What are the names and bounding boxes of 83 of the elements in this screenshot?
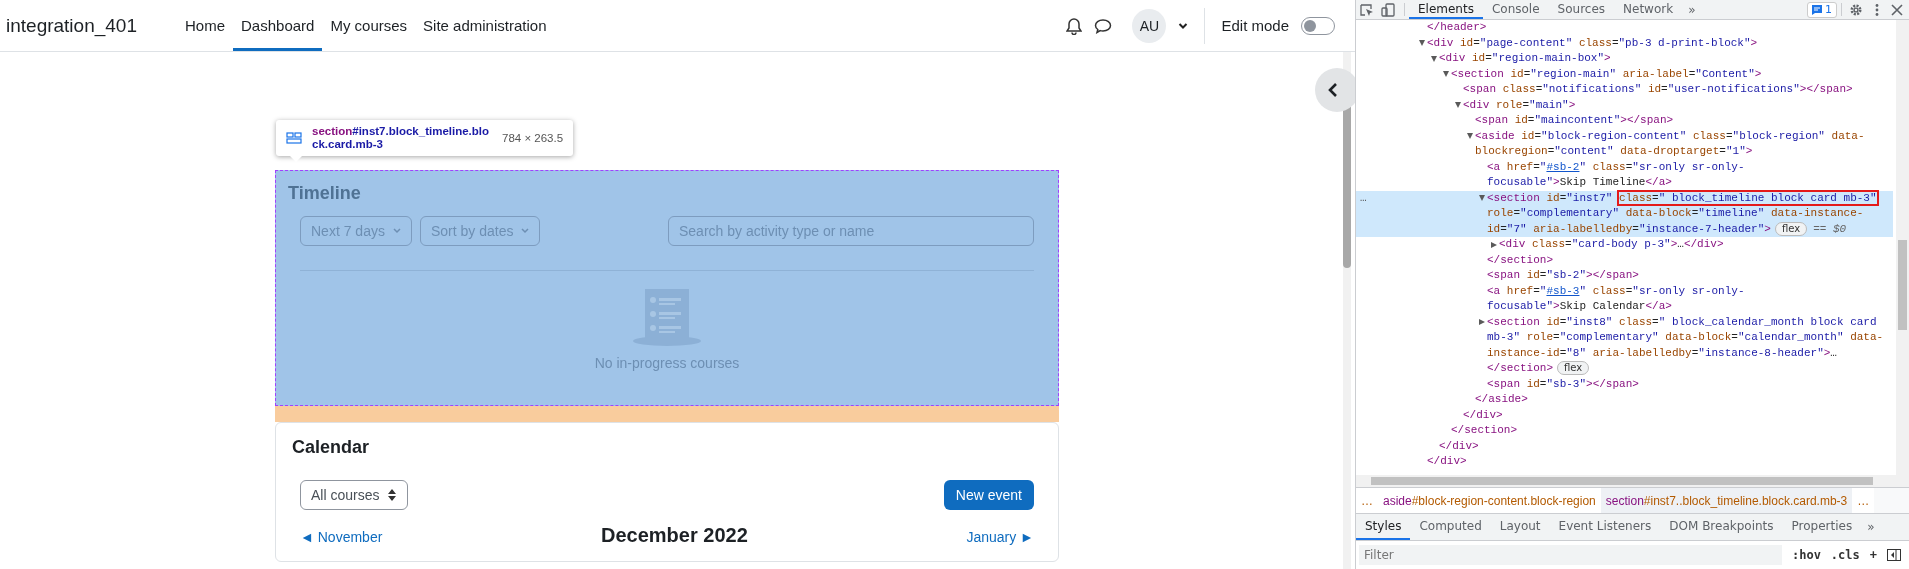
dom-node-line[interactable]: </div> [1463,407,1889,423]
devtools-tab[interactable]: Console [1482,0,1549,19]
issues-badge[interactable]: 1 [1807,1,1837,18]
empty-list-illustration [631,287,703,347]
sidebar-toggle-icon[interactable] [1887,549,1901,561]
chevron-left-icon [1327,82,1339,98]
more-tabs-button[interactable]: » [1861,514,1881,540]
node-reference: == $0 [1813,222,1847,235]
dom-node-line[interactable]: </div> [1439,438,1889,454]
close-icon[interactable] [1891,3,1903,16]
row-options-button[interactable]: … [1360,190,1367,206]
breadcrumb[interactable]: section#inst7..block_timeline.block.card.mb-3 [1600,488,1853,513]
course-select[interactable]: All courses [300,480,409,510]
pane-tab[interactable]: Computed [1410,514,1491,540]
devtools-tab[interactable]: Network [1614,0,1683,19]
inspect-cursor-icon[interactable] [1359,2,1375,17]
nav-link[interactable]: Home [177,0,233,51]
new-event-button[interactable]: New event [943,480,1034,510]
dom-node-line[interactable]: <a href="#sb-3" class="sr-only sr-only-focusable">Skip Calendar</a> [1487,283,1889,315]
dom-node-line[interactable]: <section id="region-main" aria-label="Content"> [1451,66,1889,82]
pane-tab[interactable]: Properties [1782,514,1862,540]
dom-node-line[interactable]: <section id="inst8" class=" block_calendar_month block card mb-3" role="complementary" data-block="calendar_month" data-instance-id="8" aria-labelledby="instance-8-header">…</section> flex [1487,314,1889,377]
dom-node-line[interactable]: <div id="page-content" class="pb-3 d-print-block"> [1427,35,1889,51]
card-title: Calendar [292,437,371,458]
dom-node-line[interactable]: <span id="maincontent"></span> [1475,113,1889,129]
breadcrumb[interactable]: … [1852,488,1875,513]
sort-arrows-icon [387,488,398,502]
pane-tab[interactable]: Event Listeners [1549,514,1661,540]
element-selector: section#inst7.block_timeline.block.card.mb-3 [312,125,491,151]
previous-month-link[interactable]: ◄ November [300,529,383,545]
page-scrollbar[interactable] [1343,52,1351,569]
add-rule-button[interactable]: + [1869,548,1877,562]
settings-icon[interactable] [1849,2,1863,17]
tree-scrollbar[interactable] [1896,20,1909,475]
next-month-link[interactable]: January ► [966,529,1034,545]
element-size: 784 × 263.5 [502,132,564,144]
more-tabs-button[interactable]: » [1682,0,1702,19]
dom-node-line[interactable]: </section> [1487,252,1889,268]
nav-link[interactable]: Site administration [415,0,555,51]
dom-node-line[interactable]: <span id="sb-3"></span> [1487,376,1889,392]
chevron-down-icon [521,228,530,234]
dom-node-line[interactable]: </div> [1427,454,1889,470]
drawer-toggle-button[interactable] [1315,68,1355,112]
month-title: December 2022 [601,524,748,547]
chat-bubble-icon[interactable] [1094,17,1113,34]
card-title: Timeline [288,183,362,204]
more-options-icon[interactable] [1874,2,1880,17]
hov-button[interactable]: :hov [1791,548,1821,562]
dom-node-line[interactable]: </header> [1427,20,1889,36]
dom-node-line[interactable]: <aside id="block-region-content" class="block-region" data-blockregion="content" data-droptarget="1"> [1475,128,1889,160]
layout-grid-icon [286,132,302,144]
dom-node-line[interactable]: </aside> [1475,392,1889,408]
bell-icon[interactable] [1066,16,1083,35]
user-avatar[interactable]: AU [1132,8,1167,43]
devtools-tab[interactable]: Sources [1548,0,1615,19]
devtools-tab[interactable]: Elements [1409,0,1483,19]
breadcrumb[interactable]: aside#block-region-content.block-region [1378,488,1601,513]
dom-node-line[interactable]: <span id="sb-2"></span> [1487,268,1889,284]
dom-node-line[interactable]: </section> [1451,423,1889,439]
filter-field[interactable]: Filter [1359,545,1782,565]
dom-node-line[interactable]: <div class="card-body p-3">…</div> [1499,237,1889,253]
flex-badge[interactable]: flex [1557,361,1590,375]
breadcrumb[interactable]: … [1356,488,1378,513]
flex-badge[interactable]: flex [1774,221,1808,236]
dom-node-line[interactable]: <div role="main"> [1463,97,1889,113]
dom-node-line[interactable]: <span class="notifications" id="user-notifications"></span> [1463,82,1889,98]
pane-tab[interactable]: DOM Breakpoints [1660,514,1783,540]
chevron-down-icon [392,228,401,234]
dom-node-line[interactable]: <section id="inst7" class=" block_timeline block card mb-3" role="complementary" data-block="timeline" data-instance-id="7" aria-labelledby="instance-7-header"> flex == $0 [1487,190,1889,237]
message-icon [1812,4,1822,15]
edit-mode-toggle[interactable] [1301,16,1335,35]
cls-button[interactable]: .cls [1830,548,1860,562]
issues-count: 1 [1825,3,1832,16]
nav-link[interactable]: Dashboard [233,0,323,51]
edit-mode-label: Edit mode [1221,17,1289,34]
dom-node-line[interactable]: <div id="region-main-box"> [1439,51,1889,67]
device-toggle-icon[interactable] [1381,2,1397,17]
horizontal-scrollbar[interactable] [1356,475,1909,487]
chevron-down-icon[interactable] [1178,21,1189,30]
dom-node-line[interactable]: <a href="#sb-2" class="sr-only sr-only-focusable">Skip Timeline</a> [1487,159,1889,191]
site-name[interactable]: integration_401 [6,14,137,37]
pane-tab[interactable]: Layout [1490,514,1550,540]
nav-link[interactable]: My courses [322,0,416,51]
